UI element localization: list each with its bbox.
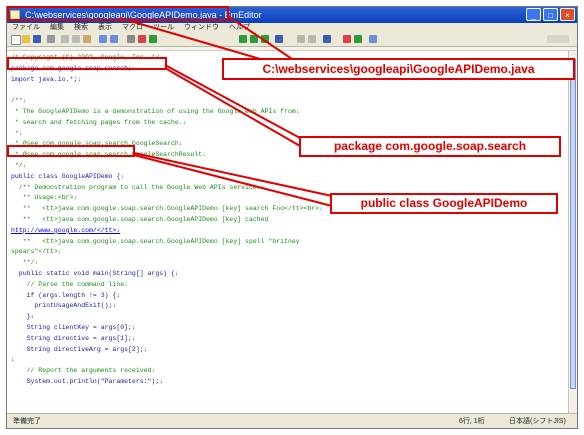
- menu-edit[interactable]: 編集: [45, 23, 69, 33]
- bookmark-icon[interactable]: [138, 35, 146, 43]
- new-file-icon[interactable]: [11, 35, 21, 45]
- copy-icon[interactable]: [72, 35, 80, 43]
- minimize-button[interactable]: _: [526, 8, 541, 21]
- code-line: /** Demonstration program to call the Go…: [11, 183, 265, 191]
- code-line: System.out.println("Parameters:");↓: [11, 378, 164, 385]
- code-line: ** <tt>java com.google.soap.search.Googl…: [11, 216, 269, 223]
- toolbar: [7, 33, 577, 47]
- encoding: 日本語(シフトJIS): [509, 418, 566, 425]
- config-selector[interactable]: [547, 35, 569, 43]
- wrap-icon[interactable]: [261, 35, 269, 43]
- marker-icon[interactable]: [275, 35, 283, 43]
- code-line: http://www.google.com/</tt>↓: [11, 226, 121, 234]
- code-line: ** <tt>java com.google.soap.search.Googl…: [11, 205, 324, 213]
- cut-icon[interactable]: [61, 35, 69, 43]
- class-callout: public class GoogleAPIDemo: [330, 193, 558, 214]
- package-highlight: [7, 57, 167, 70]
- help-icon[interactable]: [369, 35, 377, 43]
- status-bar: 準備完了 6行, 1桁 日本語(シフトJIS): [7, 413, 577, 428]
- status-text: 準備完了: [13, 418, 41, 425]
- code-line: public class GoogleAPIDemo {↓: [11, 172, 125, 180]
- undo-icon[interactable]: [99, 35, 107, 43]
- code-line: * The GoogleAPIDemo is a demonstration o…: [11, 108, 300, 115]
- window-icon[interactable]: [323, 35, 331, 43]
- macro-icon[interactable]: [297, 35, 305, 43]
- code-line: */↓: [11, 162, 27, 169]
- code-line: ** <tt>java com.google.soap.search.Googl…: [11, 237, 300, 245]
- code-line: if (args.length != 3) {↓: [11, 291, 121, 299]
- run-macro-icon[interactable]: [308, 35, 316, 43]
- find-icon[interactable]: [127, 35, 135, 43]
- file-path-callout: C:\webservices\googleapi\GoogleAPIDemo.j…: [222, 58, 575, 80]
- code-line: * search and fetching pages from the cac…: [11, 118, 187, 126]
- title-highlight: [7, 6, 229, 21]
- code-line: printUsageAndExit();↓: [11, 302, 117, 310]
- code-line: import java.io.*;↓: [11, 75, 82, 83]
- redo-icon[interactable]: [110, 35, 118, 43]
- code-line: /**↓: [11, 97, 27, 105]
- code-line: // Parse the command line↓: [11, 280, 129, 288]
- split-icon[interactable]: [250, 35, 258, 43]
- code-line: String directive = args[1];↓: [11, 334, 136, 342]
- code-editor[interactable]: /* Copyright (C) 2002, Google, Inc. */↓ p…: [7, 51, 569, 413]
- code-line: **/↓: [11, 259, 39, 267]
- class-highlight: [7, 145, 135, 157]
- scroll-thumb[interactable]: [570, 59, 576, 389]
- menu-tools[interactable]: ツール: [148, 23, 179, 33]
- menu-window[interactable]: ウィンドウ: [179, 23, 224, 33]
- code-line: public static void main(String[] args) {…: [11, 270, 179, 277]
- code-line: spears"</tt>↓: [11, 248, 62, 256]
- code-line: String clientKey = args[0];↓: [11, 324, 136, 331]
- code-line: }↓: [11, 313, 35, 321]
- code-line: ↓: [11, 356, 15, 364]
- code-line: // Report the arguments received↓: [11, 367, 156, 375]
- code-line: String directiveArg = args[2];↓: [11, 345, 148, 353]
- vertical-scrollbar[interactable]: [568, 51, 577, 413]
- print-icon[interactable]: [47, 35, 55, 43]
- menu-bar: ファイル 編集 検索 表示 マクロ ツール ウィンドウ ヘルプ: [7, 23, 577, 33]
- menu-file[interactable]: ファイル: [7, 23, 45, 33]
- outline-icon[interactable]: [239, 35, 247, 43]
- play-icon[interactable]: [354, 35, 362, 43]
- code-line: *↓: [11, 129, 23, 137]
- package-callout: package com.google.soap.search: [299, 136, 561, 157]
- maximize-button[interactable]: □: [543, 8, 558, 21]
- record-icon[interactable]: [343, 35, 351, 43]
- open-folder-icon[interactable]: [22, 35, 30, 43]
- menu-macro[interactable]: マクロ: [117, 23, 148, 33]
- menu-help[interactable]: ヘルプ: [224, 23, 255, 33]
- replace-icon[interactable]: [149, 35, 157, 43]
- menu-view[interactable]: 表示: [93, 23, 117, 33]
- paste-icon[interactable]: [83, 35, 91, 43]
- save-icon[interactable]: [33, 35, 41, 43]
- menu-search[interactable]: 検索: [69, 23, 93, 33]
- close-button[interactable]: ×: [560, 8, 575, 21]
- code-line: ** Usage:<br>↓: [11, 194, 78, 202]
- cursor-position: 6行, 1桁: [459, 418, 485, 425]
